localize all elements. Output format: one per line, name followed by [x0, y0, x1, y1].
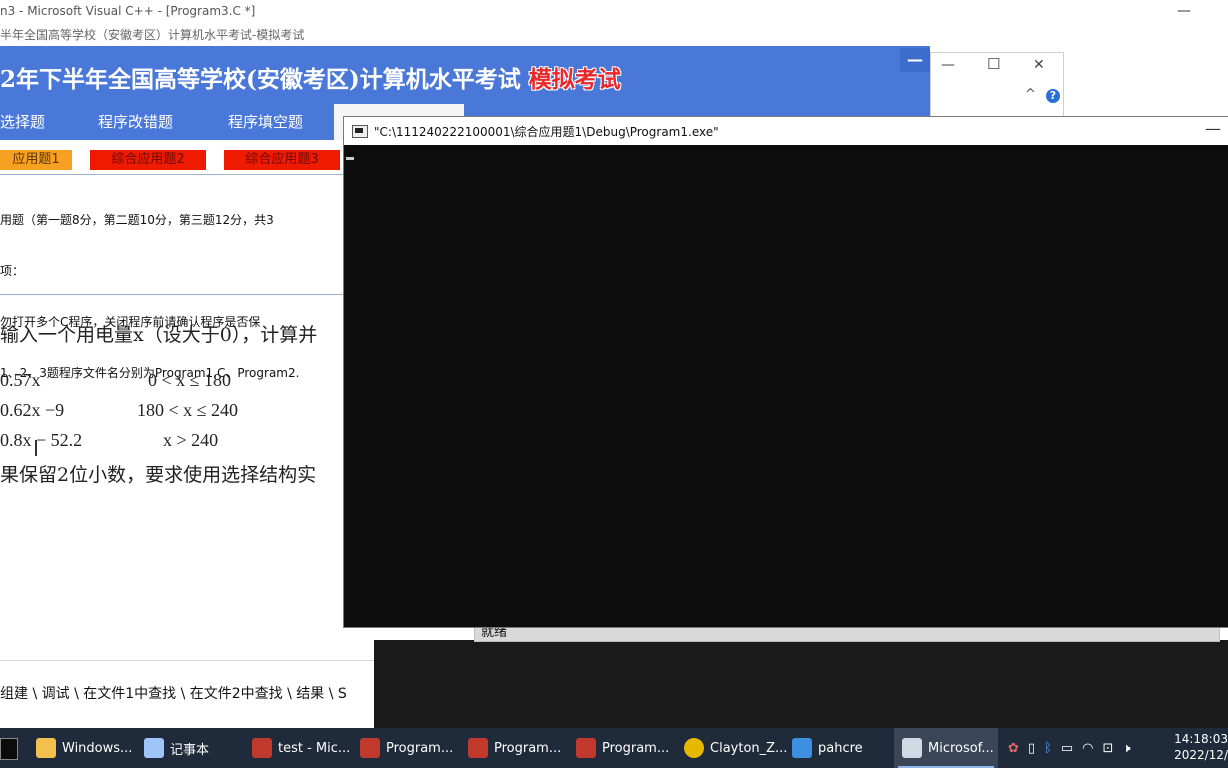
- cmd-icon[interactable]: [0, 738, 18, 760]
- small-window: — ☐ ✕ ^ ?: [930, 52, 1064, 118]
- taskbar-item-label: Program...: [602, 740, 670, 756]
- taskbar-item-remote[interactable]: pahcre: [792, 728, 888, 768]
- output-pane: 组建 \ 调试 \ 在文件1中查找 \ 在文件2中查找 \ 结果 \ S: [0, 660, 374, 729]
- banner-text: 2年下半年全国高等学校(安徽考区)计算机水平考试: [0, 66, 521, 93]
- small-minimize-button[interactable]: —: [941, 57, 955, 73]
- subtab-app-2[interactable]: 综合应用题2: [90, 150, 206, 170]
- note-line: 用题（第一题8分，第二题10分，第三题12分，共3: [0, 213, 274, 227]
- console-titlebar[interactable]: "C:\111240222100001\综合应用题1\Debug\Program…: [344, 117, 1228, 145]
- exam-window-title: 半年全国高等学校（安徽考区）计算机水平考试-模拟考试: [0, 28, 305, 42]
- taskbar-item-label: 记事本: [170, 742, 210, 758]
- small-maximize-button[interactable]: ☐: [987, 55, 1000, 73]
- subtab-app-1[interactable]: 应用题1: [0, 150, 72, 170]
- taskbar-item-label: Clayton_Z...: [710, 740, 788, 756]
- console-window[interactable]: "C:\111240222100001\综合应用题1\Debug\Program…: [343, 116, 1228, 628]
- taskbar-item-chrome[interactable]: Clayton_Z...: [684, 728, 788, 768]
- battery-icon[interactable]: ▭: [1061, 741, 1073, 756]
- console-cursor: [346, 157, 354, 160]
- formula-expr-3: 0.8x − 52.2: [0, 430, 83, 450]
- flower-icon[interactable]: ✿: [1008, 741, 1019, 756]
- text-cursor-icon: [35, 440, 37, 456]
- taskbar-item-explorer[interactable]: Windows...: [36, 728, 132, 768]
- exam-titlebar: 半年全国高等学校（安徽考区）计算机水平考试-模拟考试: [0, 22, 930, 47]
- vc-icon: [252, 738, 272, 758]
- bluetooth-icon[interactable]: ᛒ: [1044, 741, 1052, 756]
- background-strip: [374, 640, 1228, 728]
- clock-date: 2022/12/: [1174, 748, 1228, 762]
- vc-icon: [360, 738, 380, 758]
- banner-title: 2年下半年全国高等学校(安徽考区)计算机水平考试 模拟考试: [0, 60, 621, 94]
- exam-banner: 2年下半年全国高等学校(安徽考区)计算机水平考试 模拟考试 —: [0, 46, 930, 104]
- small-close-button[interactable]: ✕: [1033, 57, 1045, 73]
- formula-cond-3: x > 240: [163, 430, 219, 450]
- chevron-up-icon[interactable]: ^: [1025, 87, 1036, 102]
- console-title: "C:\111240222100001\综合应用题1\Debug\Program…: [374, 125, 719, 139]
- question-text: 输入一个用电量x（设大于0），计算并: [0, 324, 318, 346]
- console-minimize-button[interactable]: —: [1205, 119, 1221, 138]
- taskbar-item-label: Program...: [386, 740, 454, 756]
- formula-expr-1: 0.57x: [0, 370, 41, 390]
- note-line: 项：: [0, 264, 25, 278]
- remote-desktop-icon: [792, 738, 812, 758]
- window-icon: [902, 738, 922, 758]
- vc-titlebar: n3 - Microsoft Visual C++ - [Program3.C …: [0, 0, 1228, 22]
- tab-fix-program[interactable]: 程序改错题: [98, 104, 173, 140]
- exam-minimize-button[interactable]: —: [900, 48, 930, 72]
- network-icon[interactable]: ⊡: [1103, 741, 1114, 756]
- taskbar-item-label: Windows...: [62, 740, 133, 756]
- taskbar: Windows... 记事本 test - Mic... Program... …: [0, 728, 1228, 768]
- taskbar-item-label: pahcre: [818, 740, 863, 756]
- taskbar-item-microsoft[interactable]: Microsof...: [894, 728, 998, 768]
- vc-icon: [576, 738, 596, 758]
- console-app-icon: [352, 125, 368, 138]
- volume-mute-icon[interactable]: 🕨: [1122, 741, 1130, 756]
- taskbar-item-program-2[interactable]: Program...: [468, 728, 568, 768]
- tab-fill-program[interactable]: 程序填空题: [228, 104, 303, 140]
- help-icon[interactable]: ?: [1046, 89, 1060, 103]
- vc-icon: [468, 738, 488, 758]
- formula-cond-1: 0 < x ≤ 180: [148, 370, 232, 390]
- system-tray: ✿ ▯ ᛒ ▭ ◠ ⊡ 🕨: [1008, 728, 1131, 768]
- taskbar-item-label: Program...: [494, 740, 562, 756]
- folder-icon: [36, 738, 56, 758]
- vc-window-title: n3 - Microsoft Visual C++ - [Program3.C …: [0, 4, 256, 18]
- notepad-icon: [144, 738, 164, 758]
- taskbar-item-notepad[interactable]: 记事本: [144, 728, 240, 768]
- question-footer-text: 果保留2位小数，要求使用选择结构实: [0, 464, 317, 486]
- formula-cond-2: 180 < x ≤ 240: [137, 400, 239, 420]
- taskbar-item-program-3[interactable]: Program...: [576, 728, 676, 768]
- taskbar-item-label: Microsof...: [928, 740, 994, 756]
- tab-choice-questions[interactable]: 选择题: [0, 104, 45, 140]
- output-tabs[interactable]: 组建 \ 调试 \ 在文件1中查找 \ 在文件2中查找 \ 结果 \ S: [0, 683, 347, 703]
- usb-icon[interactable]: ▯: [1028, 741, 1035, 756]
- formula-expr-2: 0.62x −9: [0, 400, 65, 420]
- banner-highlight: 模拟考试: [528, 66, 621, 93]
- vc-minimize-button[interactable]: —: [1166, 0, 1202, 22]
- taskbar-item-test[interactable]: test - Mic...: [252, 728, 352, 768]
- taskbar-clock[interactable]: 14:18:03 2022/12/: [1174, 731, 1228, 763]
- wifi-icon[interactable]: ◠: [1082, 741, 1093, 756]
- subtab-app-3[interactable]: 综合应用题3: [224, 150, 340, 170]
- chrome-icon: [684, 738, 704, 758]
- taskbar-item-label: test - Mic...: [278, 740, 351, 756]
- taskbar-item-program-1[interactable]: Program...: [360, 728, 460, 768]
- clock-time: 14:18:03: [1174, 732, 1228, 746]
